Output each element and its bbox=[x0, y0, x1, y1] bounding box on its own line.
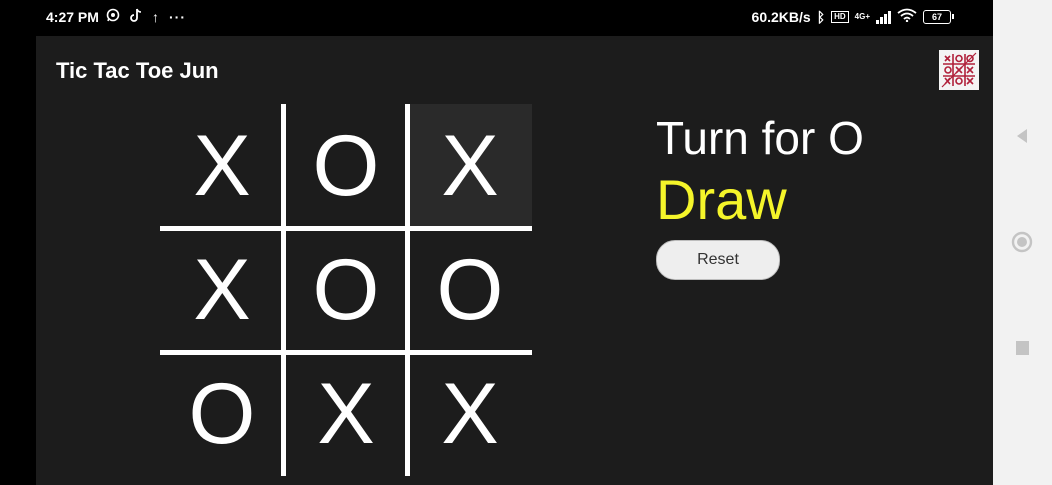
notification-icons: ↑ ··· bbox=[106, 8, 186, 25]
game-board: X O X X O O O X X bbox=[160, 104, 532, 476]
board-cell-5[interactable]: O bbox=[284, 228, 408, 352]
board-cell-2[interactable]: O bbox=[284, 104, 408, 228]
app-window: 4:27 PM ↑ ··· 60.2KB/s ᛒ HD 4G+ 67 Tic T… bbox=[36, 0, 993, 485]
whatsapp-icon bbox=[106, 8, 120, 25]
turn-label: Turn for O bbox=[656, 112, 864, 164]
back-icon[interactable] bbox=[1010, 124, 1034, 148]
status-bar: 4:27 PM ↑ ··· 60.2KB/s ᛒ HD 4G+ 67 bbox=[36, 0, 993, 36]
app-bar: Tic Tac Toe Jun bbox=[36, 36, 993, 106]
board-cell-9[interactable]: X bbox=[408, 352, 532, 476]
display-cutout bbox=[0, 0, 36, 485]
tiktok-icon bbox=[130, 8, 142, 25]
battery-level: 67 bbox=[931, 11, 942, 22]
app-title: Tic Tac Toe Jun bbox=[56, 58, 219, 83]
device-screen: 4:27 PM ↑ ··· 60.2KB/s ᛒ HD 4G+ 67 Tic T… bbox=[0, 0, 1052, 485]
network-speed: 60.2KB/s bbox=[751, 8, 811, 25]
more-icon: ··· bbox=[169, 8, 186, 25]
upload-icon: ↑ bbox=[152, 8, 159, 25]
board-cell-1[interactable]: X bbox=[160, 104, 284, 228]
game-result: Draw bbox=[656, 168, 787, 231]
system-indicators: 60.2KB/s ᛒ HD 4G+ 67 bbox=[751, 8, 954, 25]
network-type-label: 4G+ bbox=[854, 11, 870, 21]
bluetooth-icon: ᛒ bbox=[816, 8, 826, 25]
game-status-panel: Turn for O Draw Reset bbox=[656, 104, 976, 280]
grid-line-horizontal-1 bbox=[160, 226, 532, 231]
battery-icon: 67 bbox=[923, 9, 954, 24]
board-cell-4[interactable]: X bbox=[160, 228, 284, 352]
grid-line-vertical-1 bbox=[281, 104, 286, 476]
cell-signal-icon bbox=[876, 10, 891, 24]
recents-icon[interactable] bbox=[1010, 336, 1034, 360]
grid-line-horizontal-2 bbox=[160, 350, 532, 355]
volte-badge: HD bbox=[831, 10, 849, 23]
app-logo-icon bbox=[939, 50, 979, 90]
board-cell-3[interactable]: X bbox=[408, 104, 532, 228]
board-cell-7[interactable]: O bbox=[160, 352, 284, 476]
wifi-icon bbox=[897, 8, 917, 25]
grid-line-vertical-2 bbox=[405, 104, 410, 476]
home-icon[interactable] bbox=[1010, 230, 1034, 254]
status-time: 4:27 PM bbox=[46, 9, 99, 25]
board-cell-8[interactable]: X bbox=[284, 352, 408, 476]
reset-button[interactable]: Reset bbox=[656, 240, 780, 280]
board-cell-6[interactable]: O bbox=[408, 228, 532, 352]
navigation-bar bbox=[993, 0, 1052, 485]
